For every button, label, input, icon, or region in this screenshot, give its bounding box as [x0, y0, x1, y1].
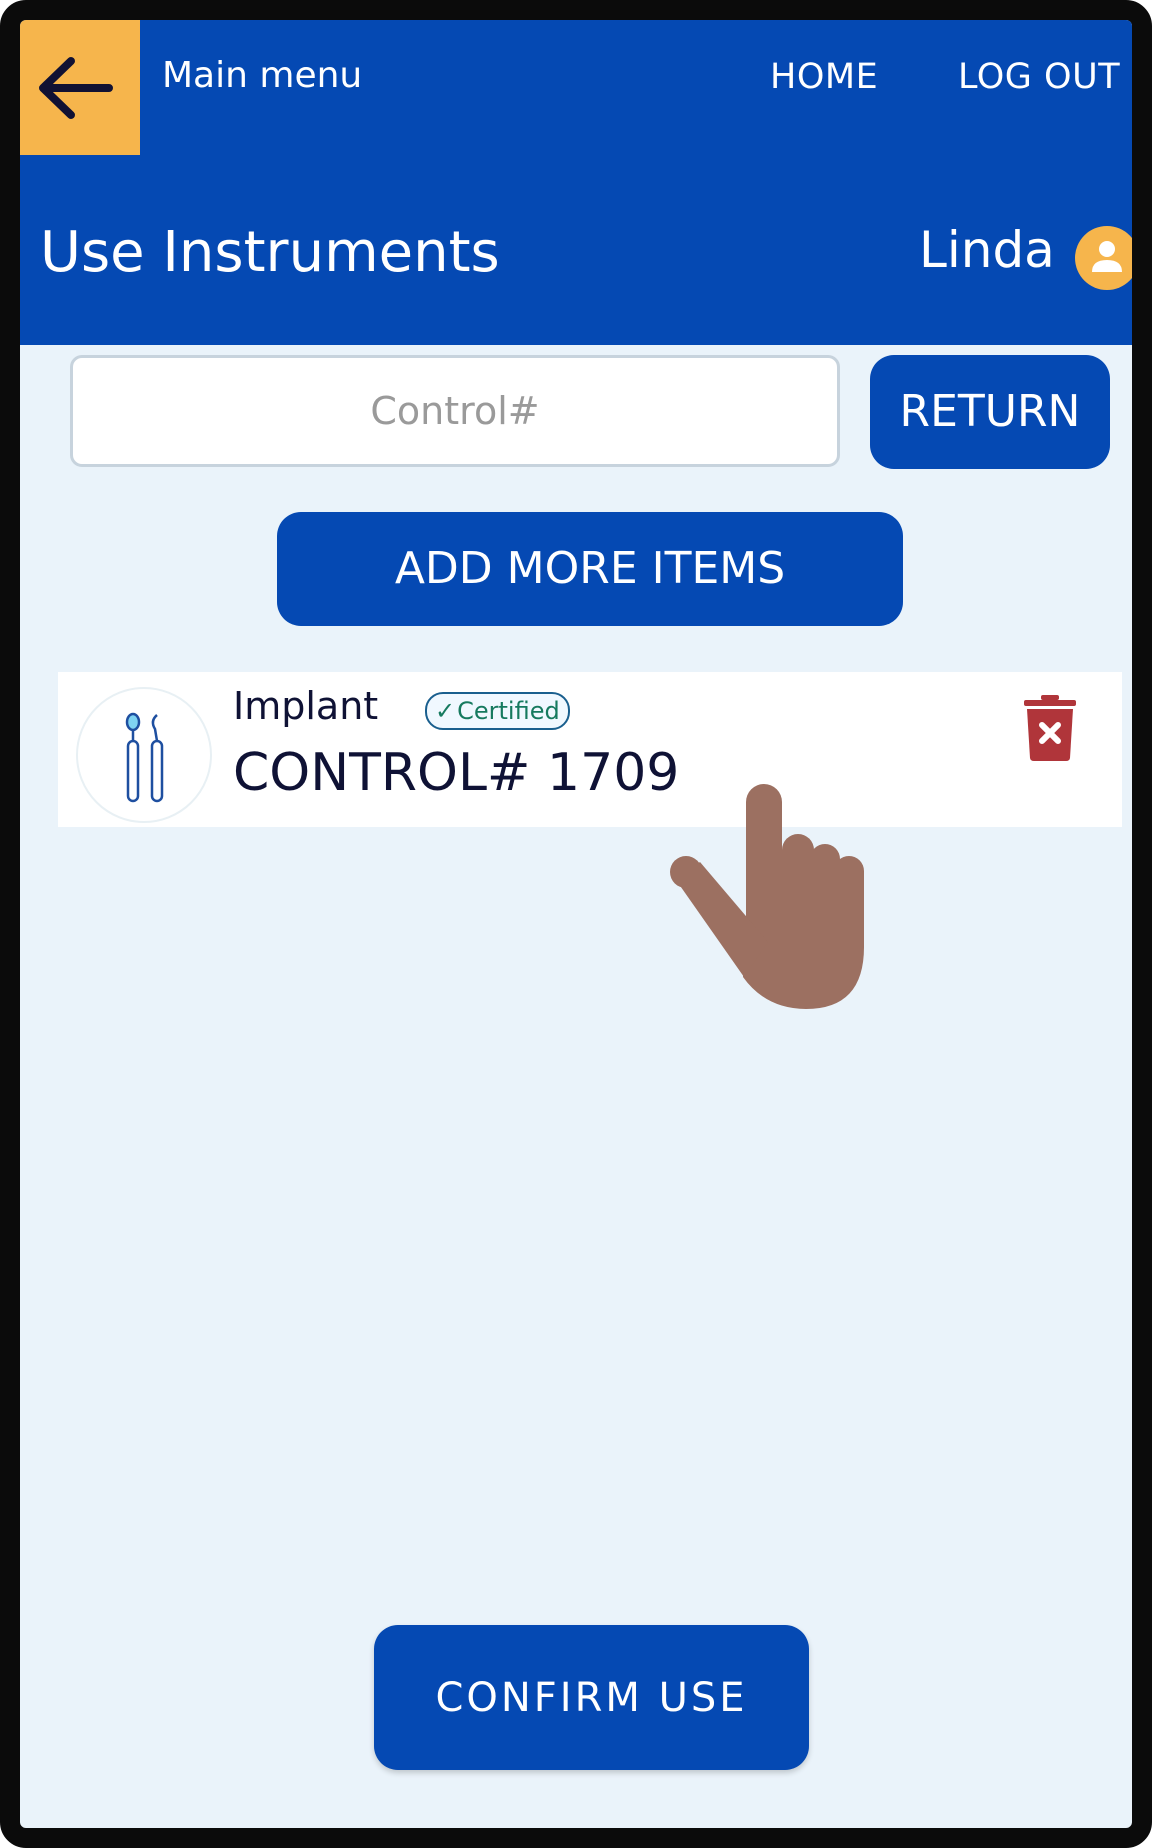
back-button[interactable] [20, 20, 140, 155]
check-icon: ✓ [435, 697, 456, 725]
trash-icon [1024, 695, 1076, 761]
item-type-label: Implant [233, 684, 379, 728]
top-nav-bar: Main menu HOME LOG OUT [20, 20, 1132, 155]
add-more-items-button[interactable]: ADD MORE ITEMS [277, 512, 903, 626]
user-icon [1092, 241, 1122, 272]
item-icon-circle [76, 687, 212, 823]
page-title: Use Instruments [40, 220, 500, 285]
control-number-input[interactable] [70, 355, 840, 467]
dental-instruments-icon [125, 712, 164, 803]
main-menu-link[interactable]: Main menu [162, 58, 362, 94]
item-control-number: CONTROL# 1709 [233, 743, 680, 803]
arrow-left-icon [39, 57, 113, 119]
page-header: Use Instruments Linda [20, 155, 1132, 345]
list-item[interactable]: Implant ✓Certified CONTROL# 1709 [58, 672, 1122, 827]
return-button[interactable]: RETURN [870, 355, 1110, 469]
nav-logout-link[interactable]: LOG OUT [958, 60, 1120, 95]
nav-home-link[interactable]: HOME [770, 60, 878, 95]
confirm-use-button[interactable]: CONFIRM USE [374, 1625, 809, 1770]
delete-item-button[interactable] [1021, 694, 1079, 762]
hand-pointer-icon [670, 784, 864, 1009]
user-name: Linda [919, 221, 1055, 279]
avatar[interactable] [1075, 226, 1132, 290]
certified-badge: ✓Certified [425, 692, 570, 730]
app-screen: Main menu HOME LOG OUT Use Instruments L… [0, 0, 1152, 1848]
certified-badge-label: Certified [457, 697, 560, 725]
